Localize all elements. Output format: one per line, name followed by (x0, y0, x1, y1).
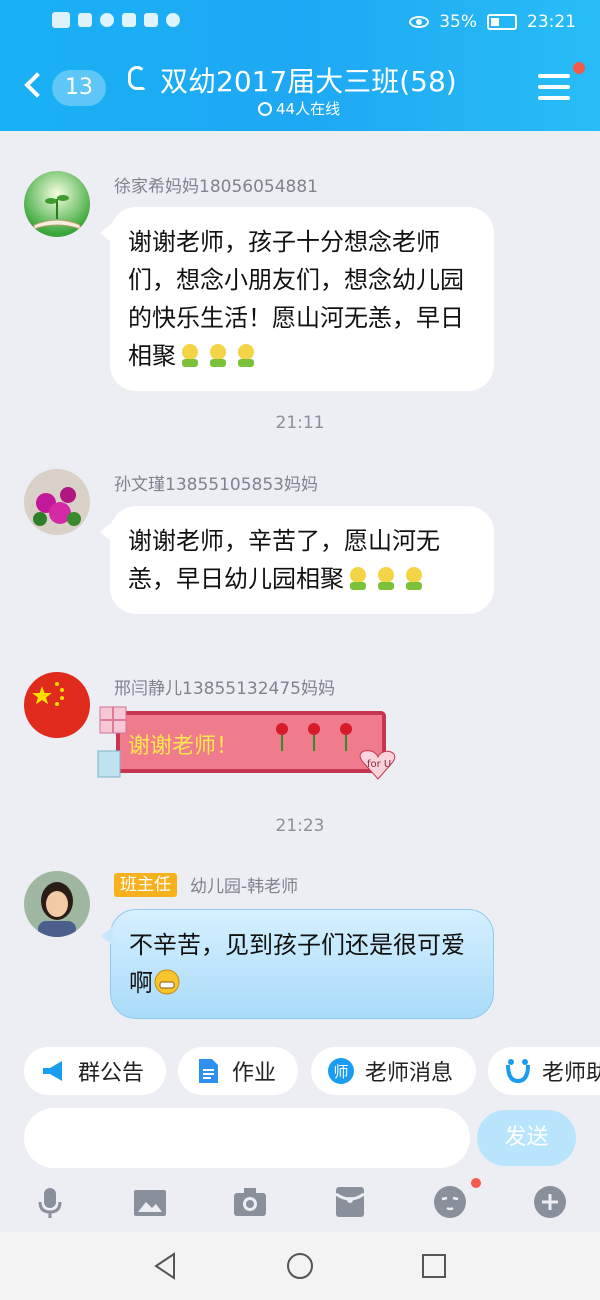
class-teacher-badge: 班主任 (114, 873, 177, 897)
input-toolbar (0, 1176, 600, 1230)
message-input[interactable] (24, 1108, 470, 1168)
wifi-icon (100, 13, 114, 27)
online-check-icon (258, 101, 272, 116)
sender-name: 幼儿园-韩老师 (190, 877, 299, 897)
back-triangle-icon[interactable] (150, 1250, 182, 1282)
document-icon (199, 1059, 218, 1083)
battery-percent: 35% (439, 12, 477, 32)
hug-emoji-icon (210, 344, 226, 367)
plus-icon[interactable] (532, 1184, 568, 1220)
chevron-left-icon (24, 72, 50, 98)
online-count-text: 44人在线 (276, 100, 341, 118)
teacher-icon: 师 (328, 1058, 354, 1084)
grin-emoji-icon (154, 969, 180, 995)
svg-text:师: 师 (333, 1063, 348, 1081)
emoji-icon[interactable] (432, 1184, 468, 1220)
image-icon[interactable] (132, 1184, 168, 1220)
sender-name: 孙文瑾13855105853妈妈 (114, 475, 318, 495)
eye-comfort-icon (409, 16, 430, 28)
hug-emoji-icon (238, 344, 254, 367)
status-bar: 35% 23:21 (0, 0, 600, 48)
hd-icon (52, 12, 70, 28)
quick-label: 群公告 (78, 1061, 145, 1086)
home-circle-icon[interactable] (284, 1250, 316, 1282)
notification-dot (573, 62, 585, 74)
homework-button[interactable]: 作业 (178, 1047, 298, 1095)
quick-actions: 群公告 作业 师 老师消息 老师助手 (0, 1041, 600, 1101)
announcement-button[interactable]: 群公告 (24, 1047, 166, 1095)
group-title: 双幼2017届大三班(58) (160, 65, 457, 98)
avatar[interactable] (24, 171, 90, 237)
message-bubble[interactable]: 谢谢老师，辛苦了，愿山河无恙，早日幼儿园相聚 (100, 506, 494, 614)
quick-label: 作业 (232, 1061, 277, 1086)
hug-emoji-icon (182, 344, 198, 367)
shield-icon (122, 13, 136, 27)
hug-emoji-icon (378, 567, 394, 590)
sticker-heart-text: for U (367, 759, 391, 770)
thanks-sticker[interactable]: 谢谢老师！ for U (96, 701, 401, 787)
quick-label: 老师消息 (365, 1061, 454, 1086)
message-icon (166, 13, 180, 27)
timestamp: 21:11 (275, 413, 325, 433)
send-button[interactable]: 发送 (477, 1110, 576, 1166)
notification-dot (471, 1178, 481, 1188)
megaphone-icon (43, 1061, 62, 1081)
assistant-icon (506, 1059, 530, 1084)
sender-name: 徐家希妈妈18056054881 (114, 177, 318, 197)
online-count: 44人在线 (258, 98, 340, 119)
clock: 23:21 (527, 12, 576, 32)
back-button[interactable]: 13 (22, 68, 108, 108)
chat-area[interactable]: 徐家希妈妈18056054881 谢谢老师，孩子十分想念老师们，想念小朋友们，想… (0, 131, 600, 1041)
avatar[interactable] (24, 469, 90, 535)
signal-icon (78, 13, 92, 27)
sticker-text: 谢谢老师！ (128, 734, 238, 759)
hug-emoji-icon (406, 567, 422, 590)
status-icons-left (52, 12, 180, 28)
message-bubble[interactable]: 谢谢老师，孩子十分想念老师们，想念小朋友们，想念幼儿园的快乐生活！愿山河无恙，早… (100, 207, 494, 391)
timestamp: 21:23 (275, 816, 325, 836)
recents-square-icon[interactable] (418, 1250, 450, 1282)
teacher-messages-button[interactable]: 师 老师消息 (311, 1047, 476, 1095)
quick-label: 老师助手 (542, 1061, 600, 1086)
chat-header: 35% 23:21 13 双幼2017届大三班(58) 44人在线 (0, 0, 600, 131)
system-nav-bar (0, 1232, 600, 1300)
microphone-icon[interactable] (32, 1184, 68, 1220)
sender-name: 邢闫静儿13855132475妈妈 (114, 679, 335, 699)
menu-icon[interactable] (538, 74, 570, 100)
avatar[interactable] (24, 672, 90, 738)
status-icons-right: 35% 23:21 (409, 12, 576, 32)
camera-icon[interactable] (232, 1184, 268, 1220)
avatar[interactable] (24, 871, 90, 937)
battery-icon (487, 14, 517, 30)
red-packet-icon[interactable] (332, 1184, 368, 1220)
unread-count-badge: 13 (52, 70, 106, 106)
alipay-icon (144, 13, 158, 27)
message-bubble[interactable]: 不辛苦，见到孩子们还是很可爱啊 (101, 909, 494, 1019)
ear-icon[interactable] (128, 66, 146, 90)
teacher-assistant-button[interactable]: 老师助手 (488, 1047, 600, 1095)
hug-emoji-icon (350, 567, 366, 590)
